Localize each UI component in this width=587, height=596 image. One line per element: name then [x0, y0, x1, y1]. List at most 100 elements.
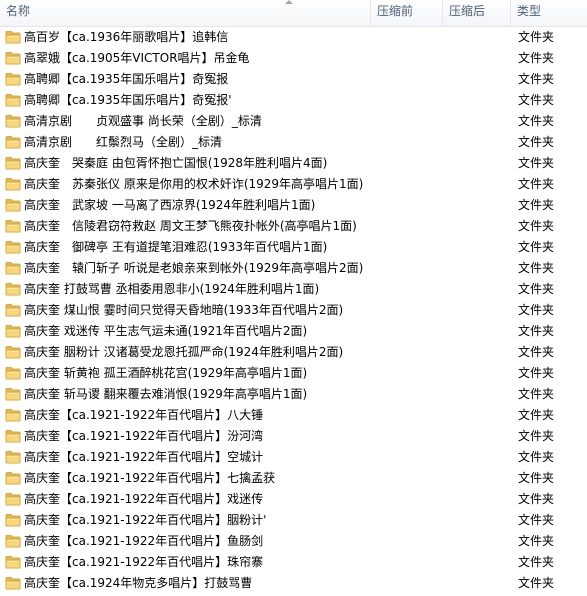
file-row[interactable]: 高庆奎【ca.1921-1922年百代唱片】戏迷传 文件夹	[0, 489, 587, 510]
sort-up-icon	[285, 0, 293, 4]
file-name: 高百岁【ca.1936年丽歌唱片】追韩信	[24, 30, 229, 44]
file-row[interactable]: 高庆奎 煤山恨 霎时间只觉得天昏地暗(1933年百代唱片2面) 文件夹	[0, 300, 587, 321]
folder-icon	[5, 345, 21, 359]
folder-icon	[5, 219, 21, 233]
column-header-bar: 名称 压缩前 压缩后 类型	[0, 0, 587, 27]
folder-icon	[5, 177, 21, 191]
file-name: 高庆奎 哭秦庭 由包胥怀抱亡国恨(1928年胜利唱片4面)	[24, 156, 328, 170]
file-type: 文件夹	[518, 534, 555, 548]
folder-icon	[5, 261, 21, 275]
file-type: 文件夹	[518, 429, 555, 443]
file-type: 文件夹	[518, 114, 555, 128]
folder-icon	[5, 156, 21, 170]
file-type: 文件夹	[518, 261, 555, 275]
file-type: 文件夹	[518, 240, 555, 254]
file-name: 高庆奎 斩黄袍 孤王酒醉桃花宫(1929年高亭唱片1面)	[24, 366, 308, 380]
folder-icon	[5, 324, 21, 338]
folder-icon	[5, 366, 21, 380]
folder-icon	[5, 534, 21, 548]
file-name: 高庆奎【ca.1921-1922年百代唱片】鱼肠剑	[24, 534, 264, 548]
file-type: 文件夹	[518, 177, 555, 191]
file-row[interactable]: 高庆奎 打鼓骂曹 丞相委用恩非小(1924年胜利唱片1面) 文件夹	[0, 279, 587, 300]
file-name: 高聘卿【ca.1935年国乐唱片】奇冤报'	[24, 93, 232, 107]
folder-icon	[5, 72, 21, 86]
folder-icon	[5, 135, 21, 149]
file-row[interactable]: 高庆奎 武家坡 一马离了西凉界(1924年胜利唱片1面) 文件夹	[0, 195, 587, 216]
file-type: 文件夹	[518, 408, 555, 422]
file-row[interactable]: 高庆奎【ca.1921-1922年百代唱片】鱼肠剑 文件夹	[0, 531, 587, 552]
file-type: 文件夹	[518, 576, 555, 590]
file-type: 文件夹	[518, 72, 555, 86]
file-list: 高百岁【ca.1936年丽歌唱片】追韩信 文件夹 高翠娥【ca.1905年VICTO…	[0, 27, 587, 594]
file-name: 高清京剧 红鬃烈马（全剧）_标清	[24, 135, 223, 149]
file-name: 高庆奎 御碑亭 王有道提笔泪难忍(1933年百代唱片1面)	[24, 240, 328, 254]
file-row[interactable]: 高翠娥【ca.1905年VICTOR唱片】吊金龟 文件夹	[0, 48, 587, 69]
folder-icon	[5, 429, 21, 443]
file-row[interactable]: 高聘卿【ca.1935年国乐唱片】奇冤报 文件夹	[0, 69, 587, 90]
file-row[interactable]: 高庆奎【ca.1921-1922年百代唱片】汾河湾 文件夹	[0, 426, 587, 447]
folder-icon	[5, 450, 21, 464]
file-name: 高庆奎 胭粉计 汉诸葛受龙恩托孤严命(1924年胜利唱片2面)	[24, 345, 344, 359]
file-name: 高庆奎 斩马谡 翻来覆去难消恨(1929年高亭唱片1面)	[24, 387, 308, 401]
folder-icon	[5, 240, 21, 254]
file-row[interactable]: 高庆奎 信陵君窃符救赵 周文王梦飞熊夜扑帐外(高亭唱片1面) 文件夹	[0, 216, 587, 237]
file-row[interactable]: 高庆奎【ca.1921-1922年百代唱片】珠帘寨 文件夹	[0, 552, 587, 573]
file-name: 高庆奎【ca.1924年物克多唱片】打鼓骂曹	[24, 576, 253, 590]
file-row[interactable]: 高庆奎 胭粉计 汉诸葛受龙恩托孤严命(1924年胜利唱片2面) 文件夹	[0, 342, 587, 363]
file-type: 文件夹	[518, 30, 555, 44]
file-type: 文件夹	[518, 471, 555, 485]
folder-icon	[5, 303, 21, 317]
file-row[interactable]: 高庆奎 戏迷传 平生志气运未通(1921年百代唱片2面) 文件夹	[0, 321, 587, 342]
file-type: 文件夹	[518, 135, 555, 149]
file-name: 高庆奎 信陵君窃符救赵 周文王梦飞熊夜扑帐外(高亭唱片1面)	[24, 219, 357, 233]
file-name: 高庆奎【ca.1921-1922年百代唱片】八大锤	[24, 408, 264, 422]
file-type: 文件夹	[518, 156, 555, 170]
folder-icon	[5, 51, 21, 65]
folder-icon	[5, 513, 21, 527]
file-name: 高庆奎 打鼓骂曹 丞相委用恩非小(1924年胜利唱片1面)	[24, 282, 320, 296]
file-type: 文件夹	[518, 387, 555, 401]
file-row[interactable]: 高庆奎【ca.1921-1922年百代唱片】胭粉计' 文件夹	[0, 510, 587, 531]
folder-icon	[5, 282, 21, 296]
file-type: 文件夹	[518, 93, 555, 107]
file-name: 高翠娥【ca.1905年VICTOR唱片】吊金龟	[24, 51, 250, 65]
file-row[interactable]: 高庆奎 苏秦张仪 原来是你用的权术奸诈(1929年高亭唱片1面) 文件夹	[0, 174, 587, 195]
file-name: 高聘卿【ca.1935年国乐唱片】奇冤报	[24, 72, 229, 86]
file-row[interactable]: 高庆奎 哭秦庭 由包胥怀抱亡国恨(1928年胜利唱片4面) 文件夹	[0, 153, 587, 174]
file-row[interactable]: 高庆奎【ca.1921-1922年百代唱片】空城计 文件夹	[0, 447, 587, 468]
file-row[interactable]: 高庆奎【ca.1921-1922年百代唱片】七擒孟获 文件夹	[0, 468, 587, 489]
file-name: 高清京剧 贞观盛事 尚长荣（全剧）_标清	[24, 114, 262, 128]
folder-icon	[5, 30, 21, 44]
column-header-type[interactable]: 类型	[510, 0, 587, 26]
file-type: 文件夹	[518, 492, 555, 506]
column-header-compressed-after[interactable]: 压缩后	[442, 0, 510, 26]
folder-icon	[5, 198, 21, 212]
file-name: 高庆奎【ca.1921-1922年百代唱片】戏迷传	[24, 492, 264, 506]
file-row[interactable]: 高庆奎【ca.1921-1922年百代唱片】八大锤 文件夹	[0, 405, 587, 426]
file-row[interactable]: 高百岁【ca.1936年丽歌唱片】追韩信 文件夹	[0, 27, 587, 48]
folder-icon	[5, 576, 21, 590]
folder-icon	[5, 114, 21, 128]
file-row[interactable]: 高庆奎 斩黄袍 孤王酒醉桃花宫(1929年高亭唱片1面) 文件夹	[0, 363, 587, 384]
file-type: 文件夹	[518, 555, 555, 569]
file-row[interactable]: 高庆奎【ca.1924年物克多唱片】打鼓骂曹 文件夹	[0, 573, 587, 594]
folder-icon	[5, 492, 21, 506]
file-row[interactable]: 高聘卿【ca.1935年国乐唱片】奇冤报' 文件夹	[0, 90, 587, 111]
file-row[interactable]: 高庆奎 御碑亭 王有道提笔泪难忍(1933年百代唱片1面) 文件夹	[0, 237, 587, 258]
folder-icon	[5, 93, 21, 107]
file-name: 高庆奎【ca.1921-1922年百代唱片】珠帘寨	[24, 555, 264, 569]
file-name: 高庆奎 戏迷传 平生志气运未通(1921年百代唱片2面)	[24, 324, 308, 338]
folder-icon	[5, 408, 21, 422]
file-name: 高庆奎【ca.1921-1922年百代唱片】胭粉计'	[24, 513, 267, 527]
column-header-compressed-before[interactable]: 压缩前	[370, 0, 442, 26]
file-type: 文件夹	[518, 513, 555, 527]
folder-icon	[5, 471, 21, 485]
folder-icon	[5, 387, 21, 401]
file-row[interactable]: 高庆奎 斩马谡 翻来覆去难消恨(1929年高亭唱片1面) 文件夹	[0, 384, 587, 405]
file-name: 高庆奎【ca.1921-1922年百代唱片】空城计	[24, 450, 264, 464]
file-row[interactable]: 高清京剧 贞观盛事 尚长荣（全剧）_标清 文件夹	[0, 111, 587, 132]
column-header-name[interactable]: 名称	[0, 0, 375, 26]
file-type: 文件夹	[518, 324, 555, 338]
file-row[interactable]: 高庆奎 辕门斩子 听说是老娘亲来到帐外(1929年高亭唱片2面) 文件夹	[0, 258, 587, 279]
file-row[interactable]: 高清京剧 红鬃烈马（全剧）_标清 文件夹	[0, 132, 587, 153]
